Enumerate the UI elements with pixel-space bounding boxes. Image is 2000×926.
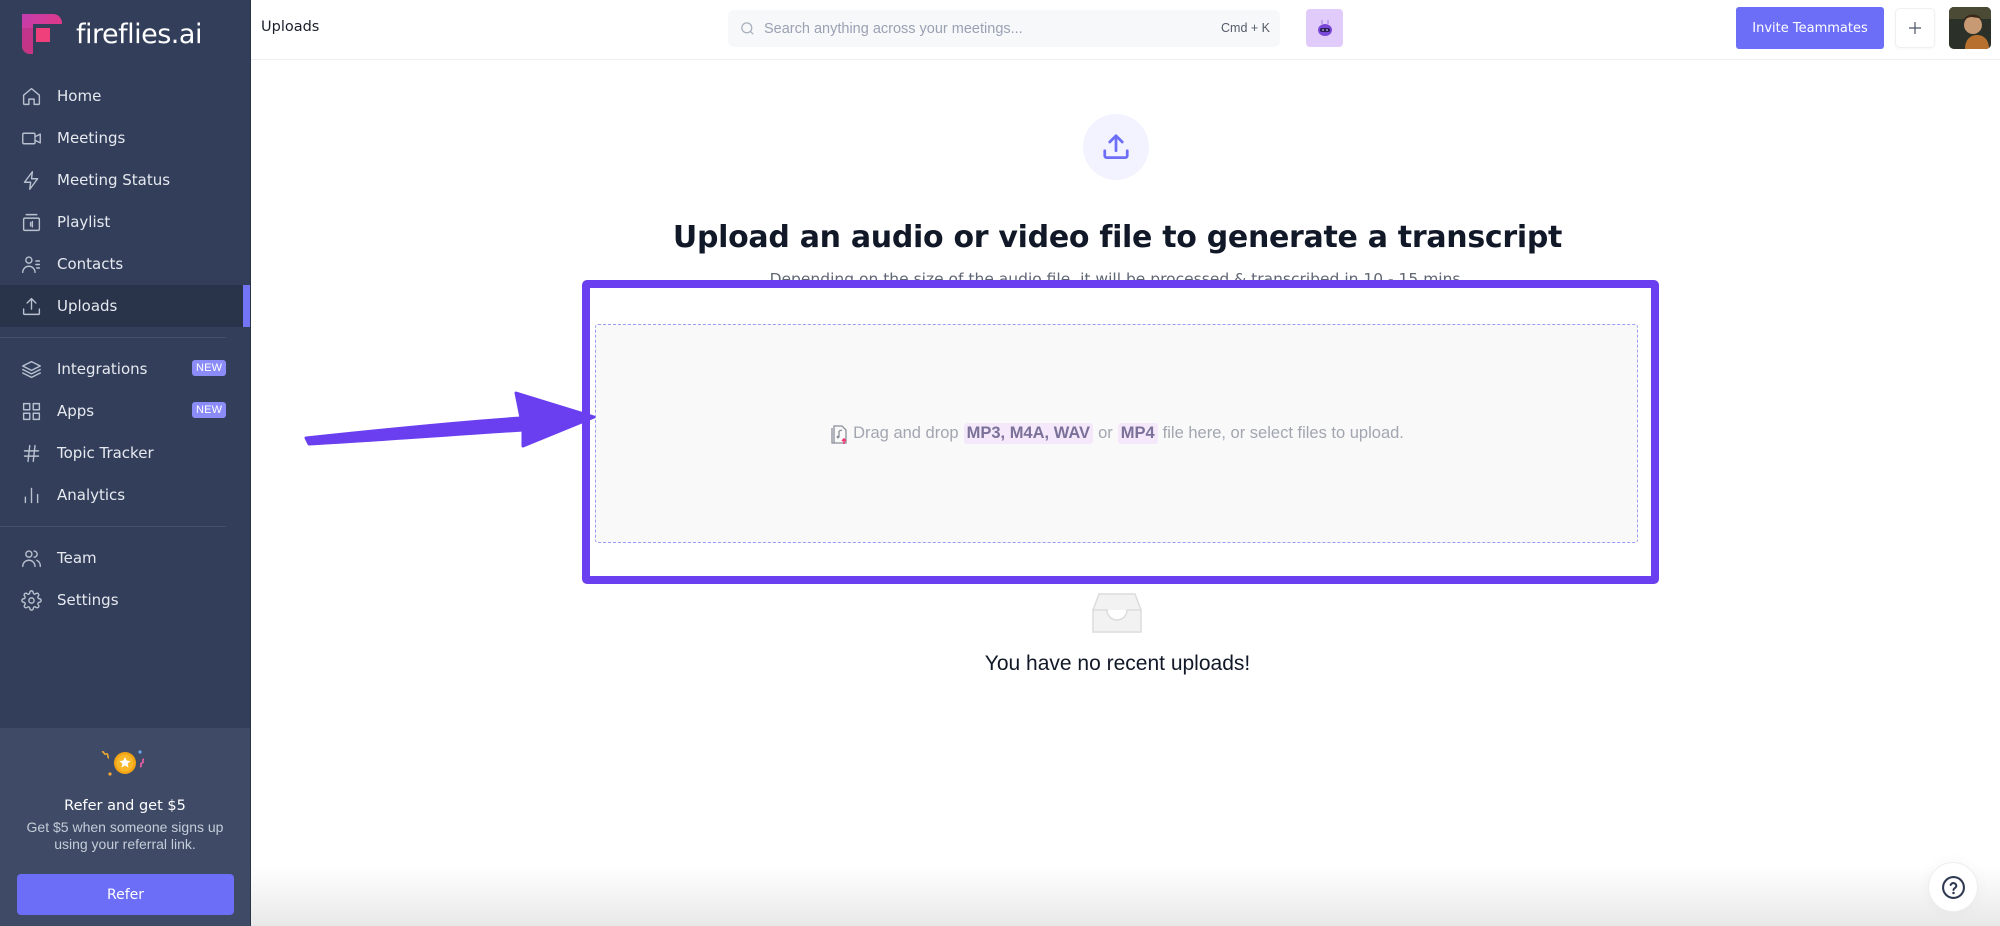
refer-description: Get $5 when someone signs up using your … bbox=[26, 819, 224, 852]
hashtag-icon bbox=[20, 442, 42, 464]
video-format-label: MP4 bbox=[1117, 423, 1158, 444]
add-button[interactable] bbox=[1895, 8, 1935, 48]
help-button[interactable] bbox=[1928, 862, 1978, 912]
avatar-photo bbox=[1949, 7, 1991, 49]
bar-chart-icon bbox=[20, 484, 42, 506]
audio-formats-label: MP3, M4A, WAV bbox=[963, 423, 1094, 444]
refer-title: Refer and get $5 bbox=[64, 798, 186, 814]
contacts-icon bbox=[20, 253, 42, 275]
fireflies-logo-icon bbox=[22, 14, 62, 54]
upload-icon bbox=[20, 295, 42, 317]
sidebar-item-apps[interactable]: Apps NEW bbox=[0, 390, 250, 432]
sidebar-item-analytics[interactable]: Analytics bbox=[0, 474, 250, 516]
upload-headline: Upload an audio or video file to generat… bbox=[672, 220, 1563, 255]
sidebar-item-label: Team bbox=[57, 549, 97, 567]
dropzone-prefix: Drag and drop bbox=[853, 424, 959, 442]
new-badge: NEW bbox=[192, 360, 227, 376]
empty-inbox-icon bbox=[1092, 593, 1142, 633]
search-input[interactable] bbox=[764, 20, 1204, 37]
playlist-icon bbox=[20, 211, 42, 233]
sidebar-divider bbox=[0, 337, 226, 338]
lightning-icon bbox=[20, 169, 42, 191]
search-bar[interactable]: Cmd + K bbox=[728, 10, 1280, 47]
sidebar-item-label: Analytics bbox=[57, 486, 126, 504]
bottom-fade bbox=[251, 866, 2000, 926]
upload-icon bbox=[1103, 134, 1129, 159]
new-badge: NEW bbox=[192, 402, 227, 418]
ai-assistant-button[interactable] bbox=[1306, 9, 1343, 47]
audio-file-icon bbox=[831, 424, 847, 444]
annotation-arrow bbox=[304, 391, 596, 448]
dropzone-connector: or bbox=[1098, 424, 1113, 442]
sidebar-item-label: Meetings bbox=[57, 129, 126, 147]
refer-button[interactable]: Refer bbox=[17, 874, 234, 915]
top-header: Uploads Cmd + K Invite Teammates bbox=[251, 0, 2000, 60]
search-shortcut-hint: Cmd + K bbox=[1221, 21, 1270, 35]
video-camera-icon bbox=[20, 127, 42, 149]
sidebar-item-uploads[interactable]: Uploads bbox=[0, 285, 250, 327]
home-icon bbox=[20, 85, 42, 107]
sidebar-item-meetings[interactable]: Meetings bbox=[0, 117, 250, 159]
refer-card: Refer and get $5 Get $5 when someone sig… bbox=[0, 728, 250, 926]
brand-name: fireflies.ai bbox=[76, 18, 202, 50]
brand-logo[interactable]: fireflies.ai bbox=[22, 14, 202, 54]
uploads-main: Upload an audio or video file to generat… bbox=[251, 60, 2000, 926]
layers-icon bbox=[20, 358, 42, 380]
invite-teammates-button[interactable]: Invite Teammates bbox=[1736, 7, 1884, 49]
sidebar-item-label: Topic Tracker bbox=[57, 444, 154, 462]
sidebar-item-topic-tracker[interactable]: Topic Tracker bbox=[0, 432, 250, 474]
file-dropzone[interactable]: Drag and drop MP3, M4A, WAV or MP4 file … bbox=[595, 324, 1638, 543]
sidebar-item-settings[interactable]: Settings bbox=[0, 579, 250, 621]
page-title: Uploads bbox=[261, 19, 320, 35]
sidebar-item-label: Integrations bbox=[57, 360, 148, 378]
sidebar: fireflies.ai Home Meetings Meeting Statu… bbox=[0, 0, 251, 926]
sidebar-item-integrations[interactable]: Integrations NEW bbox=[0, 348, 250, 390]
user-avatar[interactable] bbox=[1949, 7, 1991, 49]
sidebar-nav: Home Meetings Meeting Status Playlist Co… bbox=[0, 75, 250, 621]
sidebar-item-label: Meeting Status bbox=[57, 171, 171, 189]
team-icon bbox=[20, 547, 42, 569]
sidebar-item-home[interactable]: Home bbox=[0, 75, 250, 117]
upload-hero-icon-container bbox=[1083, 114, 1149, 180]
gear-icon bbox=[20, 589, 42, 611]
dropzone-text: Drag and drop MP3, M4A, WAV or MP4 file … bbox=[829, 423, 1404, 445]
coin-confetti-icon bbox=[101, 750, 145, 776]
sidebar-item-team[interactable]: Team bbox=[0, 537, 250, 579]
sidebar-item-playlist[interactable]: Playlist bbox=[0, 201, 250, 243]
plus-icon bbox=[1909, 22, 1921, 34]
grid-icon bbox=[20, 400, 42, 422]
dropzone-suffix: file here, or select files to upload. bbox=[1162, 424, 1404, 442]
sidebar-item-label: Apps bbox=[57, 402, 95, 420]
search-icon bbox=[741, 22, 754, 35]
sidebar-item-label: Home bbox=[57, 87, 102, 105]
sidebar-divider bbox=[0, 526, 226, 527]
sidebar-item-meeting-status[interactable]: Meeting Status bbox=[0, 159, 250, 201]
help-icon bbox=[1941, 875, 1965, 899]
empty-state-message: You have no recent uploads! bbox=[984, 652, 1251, 675]
sidebar-item-label: Contacts bbox=[57, 255, 124, 273]
sidebar-item-label: Uploads bbox=[57, 297, 118, 315]
sidebar-item-label: Settings bbox=[57, 591, 119, 609]
sidebar-item-contacts[interactable]: Contacts bbox=[0, 243, 250, 285]
app-window: fireflies.ai Home Meetings Meeting Statu… bbox=[0, 0, 2000, 926]
robot-icon bbox=[1317, 20, 1332, 36]
sidebar-item-label: Playlist bbox=[57, 213, 111, 231]
